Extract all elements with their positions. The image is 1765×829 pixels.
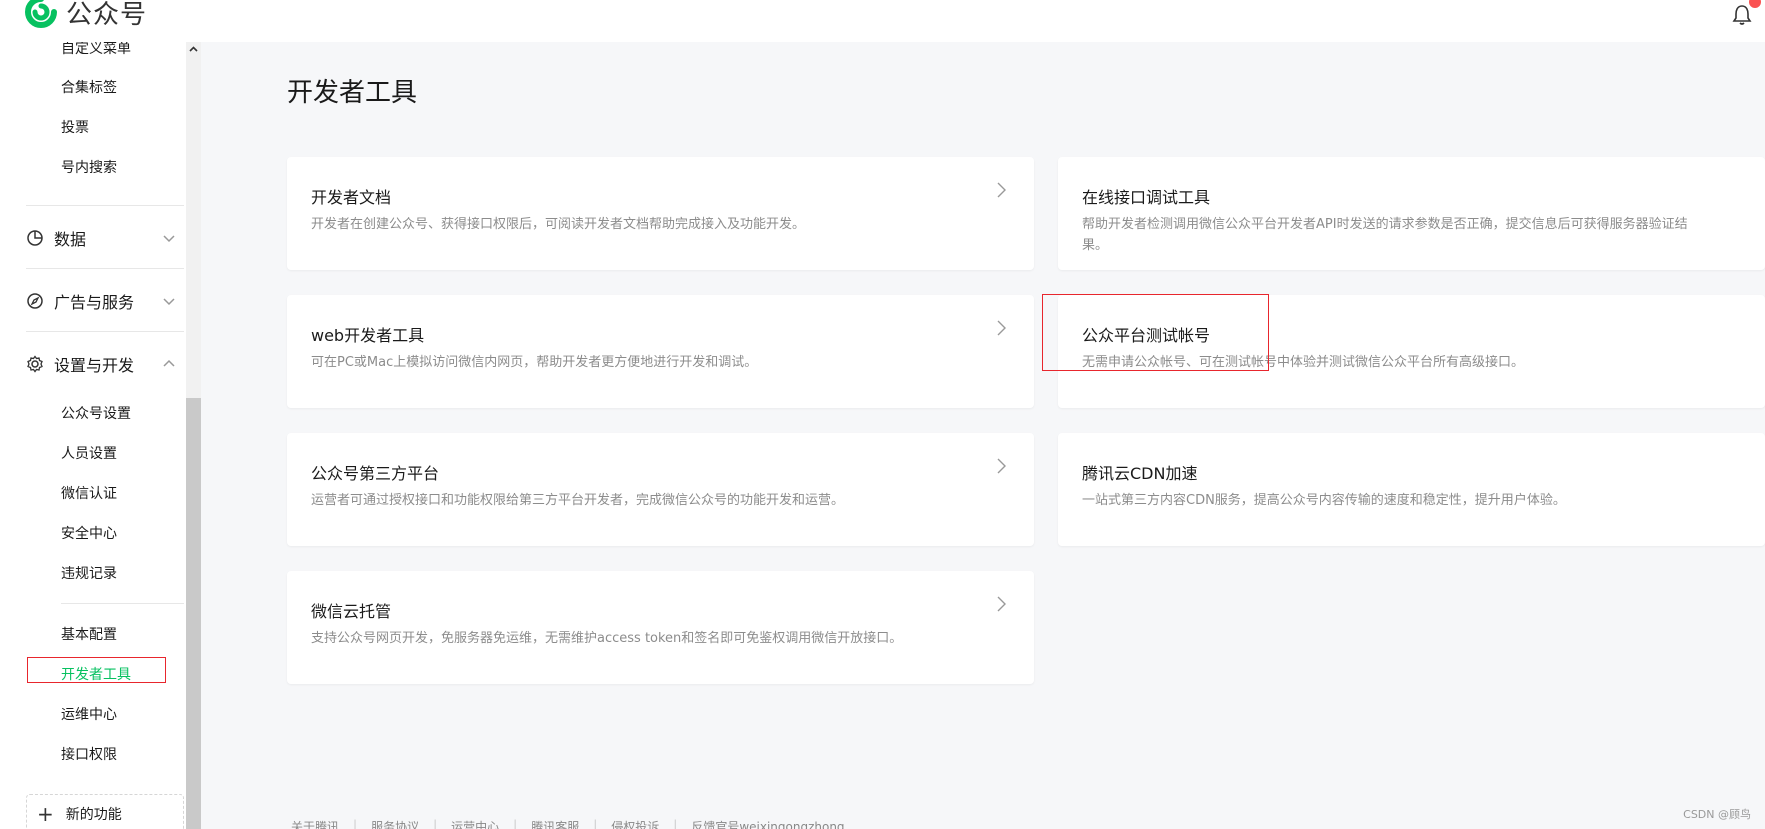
notification-badge [1749,0,1761,8]
plus-icon: + [37,802,54,826]
sidebar-group-ads-services[interactable]: 广告与服务 [26,289,176,313]
highlight-box [1042,294,1269,371]
sidebar-group-label: 数据 [54,230,87,249]
footer-link-about[interactable]: 关于腾讯 [291,818,339,829]
divider [61,603,184,604]
chevron-right-icon [997,320,1006,336]
chevron-up-icon [163,359,175,367]
divider [26,268,184,269]
card-title: 开发者文档 [311,188,392,207]
sidebar-group-data[interactable]: 数据 [26,226,176,250]
footer-link-ops-center[interactable]: 运营中心 [451,818,499,829]
card-description: 帮助开发者检测调用微信公众平台开发者API时发送的请求参数是否正确，提交信息后可… [1082,214,1762,256]
chevron-right-icon [997,182,1006,198]
card-description: 可在PC或Mac上模拟访问微信内网页，帮助开发者更方便地进行开发和调试。 [311,355,758,370]
footer-links: 关于腾讯 | 服务协议 | 运营中心 | 腾讯客服 | 侵权投诉 | 反馈官号w… [291,818,845,829]
card-online-api-debug[interactable]: 在线接口调试工具 帮助开发者检测调用微信公众平台开发者API时发送的请求参数是否… [1058,157,1765,270]
footer-separator: | [513,818,518,829]
sidebar-scrollbar-thumb[interactable] [186,398,201,829]
chevron-right-icon [997,596,1006,612]
sidebar-group-label: 设置与开发 [54,356,135,375]
sidebar-item-vote[interactable]: 投票 [61,117,89,137]
scroll-up-arrow-icon[interactable] [188,44,199,55]
new-feature-label: 新的功能 [65,807,122,823]
footer-link-service-agreement[interactable]: 服务协议 [371,818,419,829]
pie-chart-icon [27,230,43,246]
sidebar-group-settings-dev[interactable]: 设置与开发 [26,352,176,376]
footer-separator: | [673,818,678,829]
new-feature-button[interactable]: + 新的功能 [26,794,184,829]
card-title: 腾讯云CDN加速 [1082,464,1198,483]
footer-separator: | [353,818,358,829]
card-description: 支持公众号网页开发，免服务器免运维，无需维护access token和签名即可免… [311,631,903,646]
footer-link-customer-service[interactable]: 腾讯客服 [531,818,579,829]
sidebar-item-ops-center[interactable]: 运维中心 [61,704,117,724]
page-title: 开发者工具 [287,78,418,108]
divider [26,205,184,206]
brand-name: 公众号 [66,0,148,30]
card-description: 开发者在创建公众号、获得接口权限后，可阅读开发者文档帮助完成接入及功能开发。 [311,217,806,232]
sidebar-item-violation-records[interactable]: 违规记录 [61,563,117,583]
brand-logo[interactable]: 公众号 [24,0,147,30]
watermark: CSDN @顾鸟 [1683,808,1751,821]
sidebar-item-account-settings[interactable]: 公众号设置 [61,403,131,423]
wechat-official-logo-icon [25,0,57,28]
highlight-box [27,657,166,683]
top-bar: 公众号 [0,0,1765,42]
card-third-party-platform[interactable]: 公众号第三方平台 运营者可通过授权接口和功能权限给第三方平台开发者，完成微信公众… [287,433,1034,546]
footer-separator: | [433,818,438,829]
sidebar-item-staff-settings[interactable]: 人员设置 [61,443,117,463]
footer-separator: | [593,818,598,829]
card-tencent-cdn[interactable]: 腾讯云CDN加速 一站式第三方内容CDN服务，提高公众号内容传输的速度和稳定性，… [1058,433,1765,546]
chevron-down-icon [163,235,175,243]
sidebar-item-security-center[interactable]: 安全中心 [61,523,117,543]
card-title: web开发者工具 [311,326,425,345]
sidebar: 自定义菜单 合集标签 投票 号内搜索 数据 广告与服务 设置与开发 公众号设置 … [0,42,186,829]
sidebar-item-wechat-verification[interactable]: 微信认证 [61,483,117,503]
card-wechat-cloud-hosting[interactable]: 微信云托管 支持公众号网页开发，免服务器免运维，无需维护access token… [287,571,1034,684]
card-description: 一站式第三方内容CDN服务，提高公众号内容传输的速度和稳定性，提升用户体验。 [1082,493,1566,508]
gear-icon [27,355,43,373]
sidebar-item-basic-config[interactable]: 基本配置 [61,624,117,644]
card-web-devtools[interactable]: web开发者工具 可在PC或Mac上模拟访问微信内网页，帮助开发者更方便地进行开… [287,295,1034,408]
card-description-line: 帮助开发者检测调用微信公众平台开发者API时发送的请求参数是否正确，提交信息后可… [1082,217,1688,232]
footer-link-infringement[interactable]: 侵权投诉 [611,818,659,829]
sidebar-group-label: 广告与服务 [54,293,135,312]
chevron-right-icon [997,458,1006,474]
footer-link-feedback[interactable]: 反馈官号weixingongzhong [691,818,844,829]
sidebar-item-custom-menu[interactable]: 自定义菜单 [61,42,131,58]
compass-icon [27,293,43,309]
chevron-down-icon [163,298,175,306]
card-title: 微信云托管 [311,602,392,621]
card-description-line: 果。 [1082,238,1109,253]
sidebar-item-collection-tags[interactable]: 合集标签 [61,77,117,97]
bell-icon [1732,5,1752,25]
card-title: 在线接口调试工具 [1082,188,1211,207]
notification-button[interactable] [1727,0,1761,30]
divider [26,331,184,332]
card-title: 公众号第三方平台 [311,464,440,483]
sidebar-item-api-permissions[interactable]: 接口权限 [61,744,117,764]
card-developer-docs[interactable]: 开发者文档 开发者在创建公众号、获得接口权限后，可阅读开发者文档帮助完成接入及功… [287,157,1034,270]
card-description: 运营者可通过授权接口和功能权限给第三方平台开发者，完成微信公众号的功能开发和运营… [311,493,845,508]
sidebar-item-in-account-search[interactable]: 号内搜索 [61,157,117,177]
